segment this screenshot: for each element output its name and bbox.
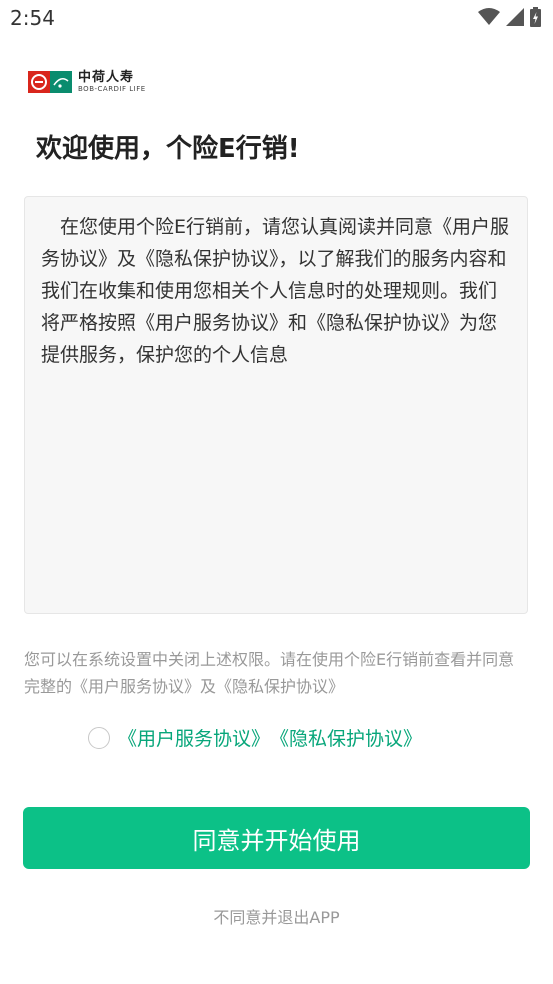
agreement-box[interactable]: 在您使用个险E行销前，请您认真阅读并同意《用户服务协议》及《隐私保护协议》，以了… [24, 196, 528, 614]
agree-start-button[interactable]: 同意并开始使用 [23, 807, 530, 869]
user-agreement-link[interactable]: 《用户服务协议》 [118, 724, 270, 751]
consent-row: 《用户服务协议》 《隐私保护协议》 [88, 724, 422, 751]
wifi-icon [478, 8, 500, 25]
permission-notice: 您可以在系统设置中关闭上述权限。请在使用个险E行销前查看并同意完整的《用户服务协… [24, 650, 515, 696]
status-bar: 2:54 [0, 0, 553, 38]
disagree-exit-link[interactable]: 不同意并退出APP [0, 904, 553, 928]
brand-logo: 中荷人寿 BOB-CARDIF LIFE [28, 70, 146, 94]
agreement-text: 在您使用个险E行销前，请您认真阅读并同意《用户服务协议》及《隐私保护协议》，以了… [41, 216, 510, 366]
privacy-agreement-link[interactable]: 《隐私保护协议》 [270, 724, 422, 751]
logo-en: BOB-CARDIF LIFE [78, 85, 146, 93]
logo-text: 中荷人寿 BOB-CARDIF LIFE [78, 71, 146, 93]
status-time: 2:54 [10, 6, 55, 30]
logo-mark-icon [28, 71, 72, 93]
welcome-title: 欢迎使用，个险E行销! [36, 134, 300, 164]
logo-cn: 中荷人寿 [78, 70, 135, 85]
signal-icon [506, 8, 524, 26]
consent-checkbox[interactable] [88, 726, 110, 749]
status-icons [478, 7, 541, 27]
battery-charging-icon [530, 7, 541, 27]
